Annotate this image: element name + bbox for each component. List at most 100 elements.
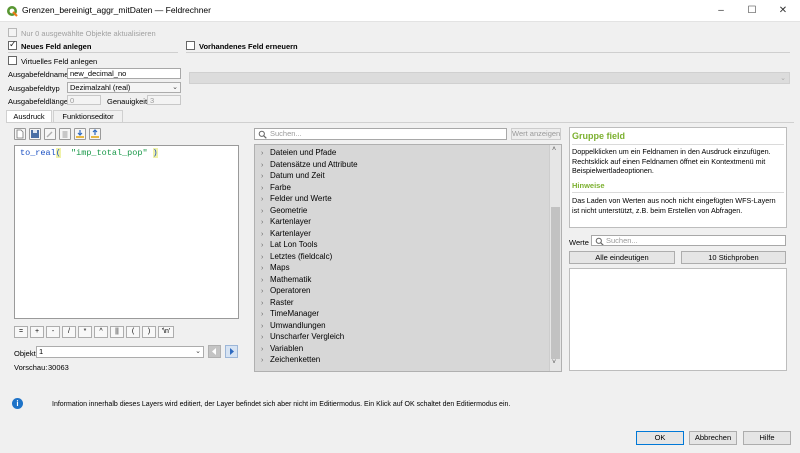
- cancel-button[interactable]: Abbrechen: [689, 431, 737, 445]
- edit-icon[interactable]: [44, 128, 56, 140]
- function-group-item[interactable]: › Zeichenketten: [261, 355, 320, 365]
- operator-divide-button[interactable]: /: [62, 326, 76, 338]
- tab-expression[interactable]: Ausdruck: [6, 110, 52, 122]
- expression-field: "imp_total_pop": [71, 148, 148, 158]
- function-group-item[interactable]: › Kartenlayer: [261, 217, 311, 227]
- export-icon[interactable]: [89, 128, 101, 140]
- divider: [186, 52, 790, 53]
- precision-spinbox[interactable]: 3: [147, 95, 181, 105]
- function-group-item[interactable]: › Maps: [261, 263, 290, 273]
- divider: [572, 192, 784, 193]
- chevron-right-icon: ›: [261, 208, 264, 215]
- chevron-right-icon: ›: [261, 196, 264, 203]
- close-button[interactable]: ✕: [775, 3, 791, 19]
- operator-power-button[interactable]: ^: [94, 326, 108, 338]
- values-search-placeholder: Suchen...: [606, 236, 638, 245]
- arrow-right-icon: [230, 348, 234, 355]
- function-group-item[interactable]: › Datensätze und Attribute: [261, 160, 358, 170]
- function-group-item[interactable]: › Kartenlayer: [261, 229, 311, 239]
- operator-minus-button[interactable]: -: [46, 326, 60, 338]
- function-group-item[interactable]: › Unscharfer Vergleich: [261, 332, 344, 342]
- existing-field-combo[interactable]: ⌄: [189, 72, 790, 84]
- previous-feature-button[interactable]: [208, 345, 221, 358]
- output-length-spinbox[interactable]: 0: [67, 95, 101, 105]
- chevron-right-icon: ›: [261, 219, 264, 226]
- function-group-item[interactable]: › TimeManager: [261, 309, 319, 319]
- values-search-input[interactable]: Suchen...: [591, 235, 786, 246]
- divider: [572, 144, 784, 145]
- function-group-item[interactable]: › Variablen: [261, 344, 303, 354]
- update-field-checkbox[interactable]: [186, 41, 195, 50]
- ok-button[interactable]: OK: [636, 431, 684, 445]
- new-field-checkbox[interactable]: [8, 39, 17, 50]
- function-group-item[interactable]: › Umwandlungen: [261, 321, 326, 331]
- output-name-input[interactable]: new_decimal_no: [67, 68, 181, 79]
- function-group-item[interactable]: › Mathematik: [261, 275, 311, 285]
- operator-multiply-button[interactable]: *: [78, 326, 92, 338]
- new-field-label: Neues Feld anlegen: [21, 42, 92, 51]
- values-list[interactable]: [569, 268, 787, 371]
- help-title: Gruppe field: [572, 131, 626, 141]
- function-search-input[interactable]: Suchen...: [254, 128, 507, 140]
- function-group-item[interactable]: › Lat Lon Tools: [261, 240, 317, 250]
- import-icon[interactable]: [74, 128, 86, 140]
- chevron-right-icon: ›: [261, 185, 264, 192]
- chevron-right-icon: ›: [261, 334, 264, 341]
- operator-equals-button[interactable]: =: [14, 326, 28, 338]
- search-icon: [595, 237, 604, 245]
- tab-function-editor[interactable]: Funktionseditor: [53, 110, 123, 122]
- expression-paren-close: ): [152, 148, 158, 158]
- output-type-combo[interactable]: Dezimalzahl (real) ⌄: [67, 82, 181, 93]
- chevron-right-icon: ›: [261, 346, 264, 353]
- operator-newline-button[interactable]: '\n': [158, 326, 174, 338]
- new-file-icon[interactable]: [14, 128, 26, 140]
- operator-plus-button[interactable]: +: [30, 326, 44, 338]
- maximize-button[interactable]: ☐: [744, 3, 760, 19]
- function-list-scrollbar[interactable]: ˄ ˅: [549, 145, 561, 371]
- function-group-item[interactable]: › Dateien und Pfade: [261, 148, 336, 158]
- only-selected-checkbox[interactable]: [8, 28, 17, 37]
- operator-concat-button[interactable]: ||: [110, 326, 124, 338]
- function-group-item[interactable]: › Geometrie: [261, 206, 307, 216]
- feature-combo[interactable]: 1 ⌄: [36, 346, 204, 358]
- chevron-right-icon: ›: [261, 277, 264, 284]
- chevron-right-icon: ›: [261, 357, 264, 364]
- chevron-right-icon: ›: [261, 288, 264, 295]
- expression-function: to_real: [20, 148, 56, 158]
- delete-icon[interactable]: [59, 128, 71, 140]
- operator-open-paren-button[interactable]: (: [126, 326, 140, 338]
- next-feature-button[interactable]: [225, 345, 238, 358]
- function-group-item[interactable]: › Operatoren: [261, 286, 310, 296]
- function-group-item[interactable]: › Datum und Zeit: [261, 171, 325, 181]
- function-group-item[interactable]: › Felder und Werte: [261, 194, 332, 204]
- chevron-right-icon: ›: [261, 265, 264, 272]
- help-panel: Gruppe field Doppelklicken um ein Feldna…: [569, 127, 787, 228]
- chevron-down-icon: ⌄: [172, 84, 178, 91]
- chevron-down-icon: ⌄: [195, 348, 201, 355]
- scroll-down-icon[interactable]: ˅: [552, 359, 556, 366]
- output-length-label: Ausgabefeldlänge: [8, 97, 69, 106]
- title-bar: Grenzen_bereinigt_aggr_mitDaten — Feldre…: [0, 0, 800, 22]
- scrollbar-thumb[interactable]: [551, 207, 560, 359]
- save-icon[interactable]: [29, 128, 41, 140]
- chevron-right-icon: ›: [261, 242, 264, 249]
- show-values-button[interactable]: Wert anzeigen: [511, 128, 561, 140]
- function-group-item[interactable]: › Raster: [261, 298, 294, 308]
- output-type-label: Ausgabefeldtyp: [8, 84, 60, 93]
- output-type-value: Dezimalzahl (real): [70, 83, 131, 92]
- function-group-item[interactable]: › Farbe: [261, 183, 291, 193]
- chevron-right-icon: ›: [261, 231, 264, 238]
- operator-close-paren-button[interactable]: ): [142, 326, 156, 338]
- function-group-item[interactable]: › Letztes (fieldcalc): [261, 252, 332, 262]
- help-button[interactable]: Hilfe: [743, 431, 791, 445]
- expression-editor[interactable]: to_real( "imp_total_pop" ): [14, 145, 239, 319]
- output-name-label: Ausgabefeldname: [8, 70, 69, 79]
- all-unique-button[interactable]: Alle eindeutigen: [569, 251, 675, 264]
- scroll-up-icon[interactable]: ˄: [552, 146, 556, 153]
- function-list[interactable]: › Dateien und Pfade › Datensätze und Attri…: [254, 144, 562, 372]
- only-selected-label: Nur 0 ausgewählte Objekte aktualisieren: [21, 29, 156, 38]
- samples-button[interactable]: 10 Stichproben: [681, 251, 786, 264]
- chevron-right-icon: ›: [261, 162, 264, 169]
- minimize-button[interactable]: –: [713, 3, 729, 19]
- virtual-field-checkbox[interactable]: [8, 56, 17, 65]
